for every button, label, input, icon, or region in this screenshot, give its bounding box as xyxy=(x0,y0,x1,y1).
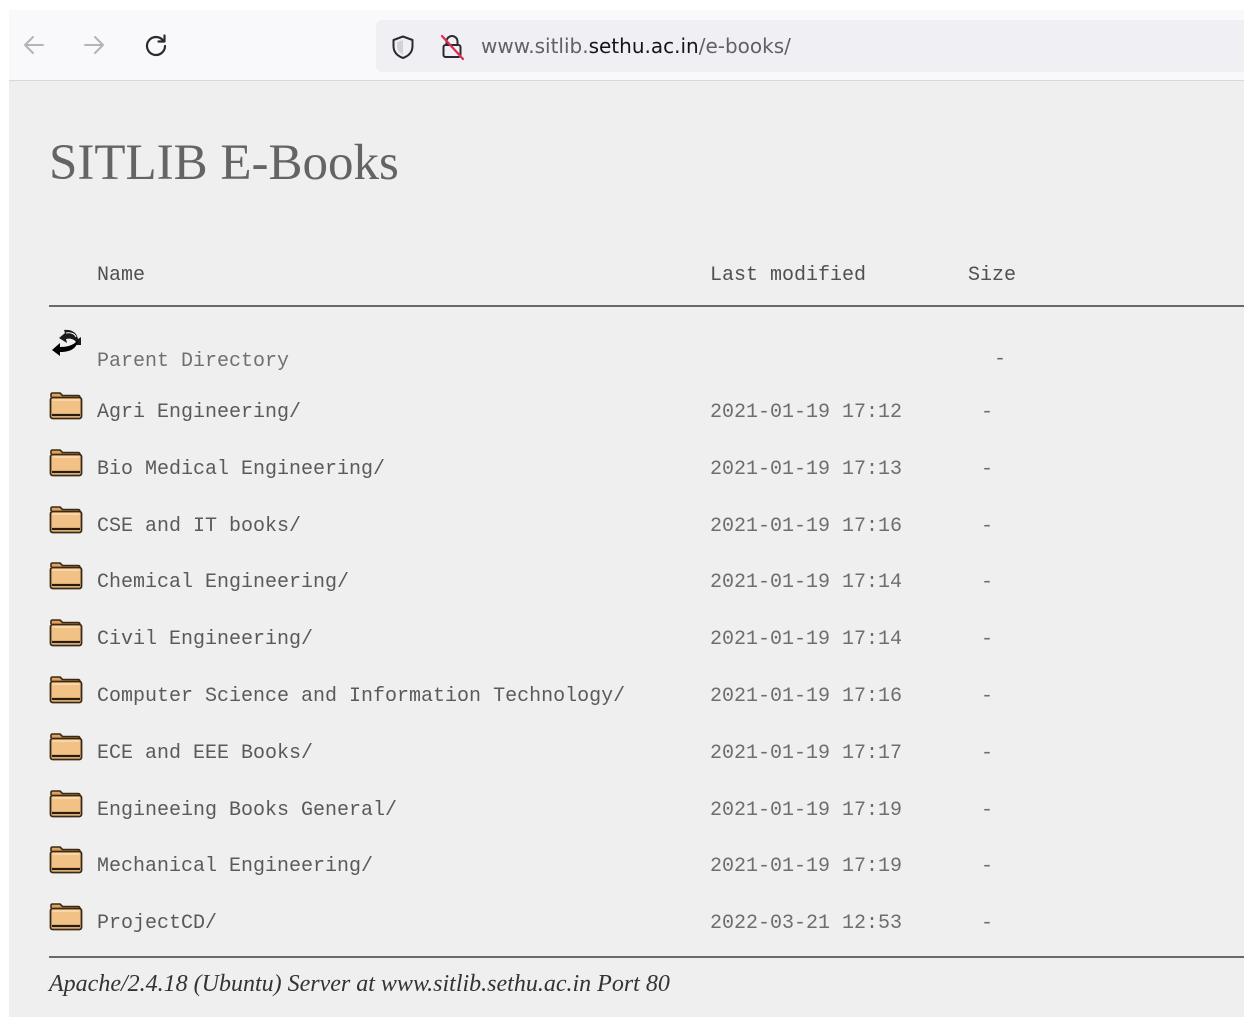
folder-icon xyxy=(49,505,83,533)
size-cell: - xyxy=(981,457,994,481)
folder-link[interactable]: Engineeing Books General/ xyxy=(97,799,397,822)
reload-button[interactable] xyxy=(139,28,173,62)
size-cell: - xyxy=(981,401,994,424)
folder-icon xyxy=(49,392,83,420)
folder-link[interactable]: CSE and IT books/ xyxy=(97,515,301,538)
directory-row: CSE and IT books/2021-01-19 17:16 - xyxy=(9,502,1244,556)
insecure-lock-icon[interactable] xyxy=(438,33,466,61)
column-header-size[interactable]: Size xyxy=(968,264,1016,287)
size-cell: - xyxy=(981,912,994,936)
folder-icon xyxy=(49,619,83,647)
reload-icon xyxy=(145,34,167,57)
folder-link[interactable]: Civil Engineering/ xyxy=(97,628,313,651)
last-modified-cell: 2021-01-19 17:13 xyxy=(710,457,903,481)
browser-window: www.sitlib.sethu.ac.in/e-books/ SITLIB E… xyxy=(9,10,1244,1017)
shield-icon[interactable] xyxy=(390,34,416,60)
folder-icon xyxy=(49,903,83,931)
folder-icon xyxy=(49,846,83,874)
size-cell: - xyxy=(981,628,994,652)
url-path: /e-books/ xyxy=(698,34,791,58)
folder-icon xyxy=(49,789,83,817)
last-modified-cell: 2021-01-19 17:14 xyxy=(710,571,903,595)
size-cell: - xyxy=(981,855,994,879)
back-button[interactable] xyxy=(17,28,51,62)
directory-row: Mechanical Engineering/2021-01-19 17:19 - xyxy=(9,842,1244,896)
back-arrow-icon xyxy=(52,329,81,356)
last-modified-cell: 2021-01-19 17:19 xyxy=(710,798,903,822)
directory-row: Engineeing Books General/2021-01-19 17:1… xyxy=(9,786,1244,840)
footer-divider xyxy=(49,956,1244,958)
directory-row: Computer Science and Information Technol… xyxy=(9,672,1244,726)
folder-link[interactable]: Agri Engineering/ xyxy=(97,401,301,424)
size-cell: - xyxy=(981,741,994,765)
arrow-right-icon xyxy=(84,36,104,54)
folder-link[interactable]: Bio Medical Engineering/ xyxy=(97,458,385,481)
last-modified-cell: 2021-01-19 17:16 xyxy=(710,514,903,538)
folder-icon xyxy=(49,562,83,590)
size-cell: - xyxy=(981,514,994,538)
url-prefix: www.sitlib. xyxy=(481,34,589,58)
folder-link[interactable]: ProjectCD/ xyxy=(97,912,217,935)
folder-link[interactable]: Computer Science and Information Technol… xyxy=(97,685,625,708)
folder-link[interactable]: Chemical Engineering/ xyxy=(97,571,349,594)
last-modified-cell: 2021-01-19 17:17 xyxy=(710,741,903,765)
last-modified-cell: 2021-01-19 17:16 xyxy=(710,685,903,708)
directory-row: Bio Medical Engineering/2021-01-19 17:13… xyxy=(9,445,1244,499)
column-header-name[interactable]: Name xyxy=(97,264,145,287)
last-modified-cell: 2021-01-19 17:14 xyxy=(710,628,903,652)
folder-icon xyxy=(49,676,83,704)
size-cell: - xyxy=(981,571,994,595)
size-cell: - xyxy=(981,685,994,708)
size-cell: - xyxy=(981,798,994,822)
forward-button[interactable] xyxy=(77,28,111,62)
parent-directory-link[interactable]: Parent Directory xyxy=(97,350,289,373)
last-modified-cell: 2021-01-19 17:19 xyxy=(710,855,903,879)
url-text[interactable]: www.sitlib.sethu.ac.in/e-books/ xyxy=(481,34,791,58)
url-host: sethu.ac.in xyxy=(588,34,699,58)
page-title: SITLIB E-Books xyxy=(49,135,399,191)
header-divider xyxy=(49,305,1244,307)
browser-toolbar: www.sitlib.sethu.ac.in/e-books/ xyxy=(9,10,1244,81)
folder-link[interactable]: Mechanical Engineering/ xyxy=(97,855,373,878)
parent-directory-size: - xyxy=(994,348,1007,371)
directory-row: Civil Engineering/2021-01-19 17:14 - xyxy=(9,615,1244,669)
arrow-left-icon xyxy=(24,36,44,54)
column-header-last-modified[interactable]: Last modified xyxy=(710,264,866,287)
directory-row: Agri Engineering/2021-01-19 17:12 - xyxy=(9,388,1244,442)
address-bar[interactable]: www.sitlib.sethu.ac.in/e-books/ xyxy=(376,20,1244,72)
folder-link[interactable]: ECE and EEE Books/ xyxy=(97,742,313,765)
last-modified-cell: 2022-03-21 12:53 xyxy=(710,912,903,936)
folder-icon xyxy=(49,732,83,761)
directory-row: Chemical Engineering/2021-01-19 17:14 - xyxy=(9,558,1244,612)
directory-row: ECE and EEE Books/2021-01-19 17:17 - xyxy=(9,729,1244,783)
folder-icon xyxy=(49,448,83,477)
parent-directory-row: Parent Directory - xyxy=(9,324,1244,378)
server-signature: Apache/2.4.18 (Ubuntu) Server at www.sit… xyxy=(49,971,670,997)
last-modified-cell: 2021-01-19 17:12 xyxy=(710,401,903,424)
directory-row: ProjectCD/2022-03-21 12:53 - xyxy=(9,899,1244,953)
